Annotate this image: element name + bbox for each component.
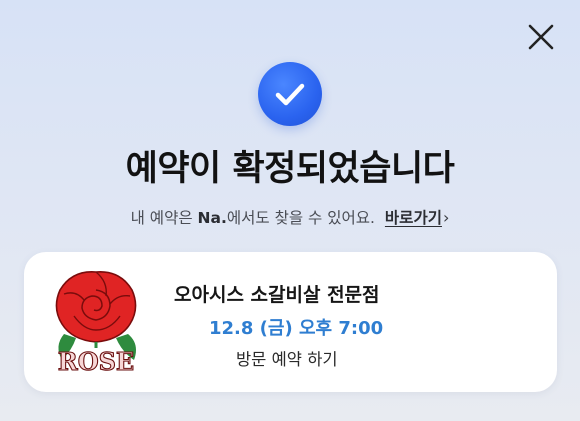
svg-text:ROSE: ROSE	[58, 347, 134, 376]
page-title: 예약이 확정되었습니다	[125, 149, 455, 189]
shop-name: 오아시스 소갈비살 전문점	[174, 284, 380, 306]
reservation-info-text: 내 예약은 Na.에서도 찾을 수 있어요. 바로가기›	[0, 206, 580, 228]
success-badge	[258, 62, 322, 126]
go-to-link[interactable]: 바로가기	[385, 209, 442, 227]
reservation-datetime: 12.8 (금) 오후 7:00	[209, 318, 384, 339]
brand-name: Na.	[197, 209, 227, 227]
reservation-card[interactable]: ROSE 오아시스 소갈비살 전문점 12.8 (금) 오후 7:00 방문 예…	[24, 252, 557, 392]
check-circle-icon	[275, 83, 305, 106]
go-to-link-label: 바로가기	[384, 209, 442, 227]
close-icon	[528, 24, 554, 50]
close-button[interactable]	[524, 20, 558, 54]
info-prefix: 내 예약은	[130, 209, 198, 227]
chevron-right-icon: ›	[442, 208, 450, 227]
info-suffix: 에서도 찾을 수 있어요.	[226, 209, 375, 227]
rose-logo: ROSE	[50, 264, 142, 380]
reservation-type: 방문 예약 하기	[236, 350, 338, 369]
